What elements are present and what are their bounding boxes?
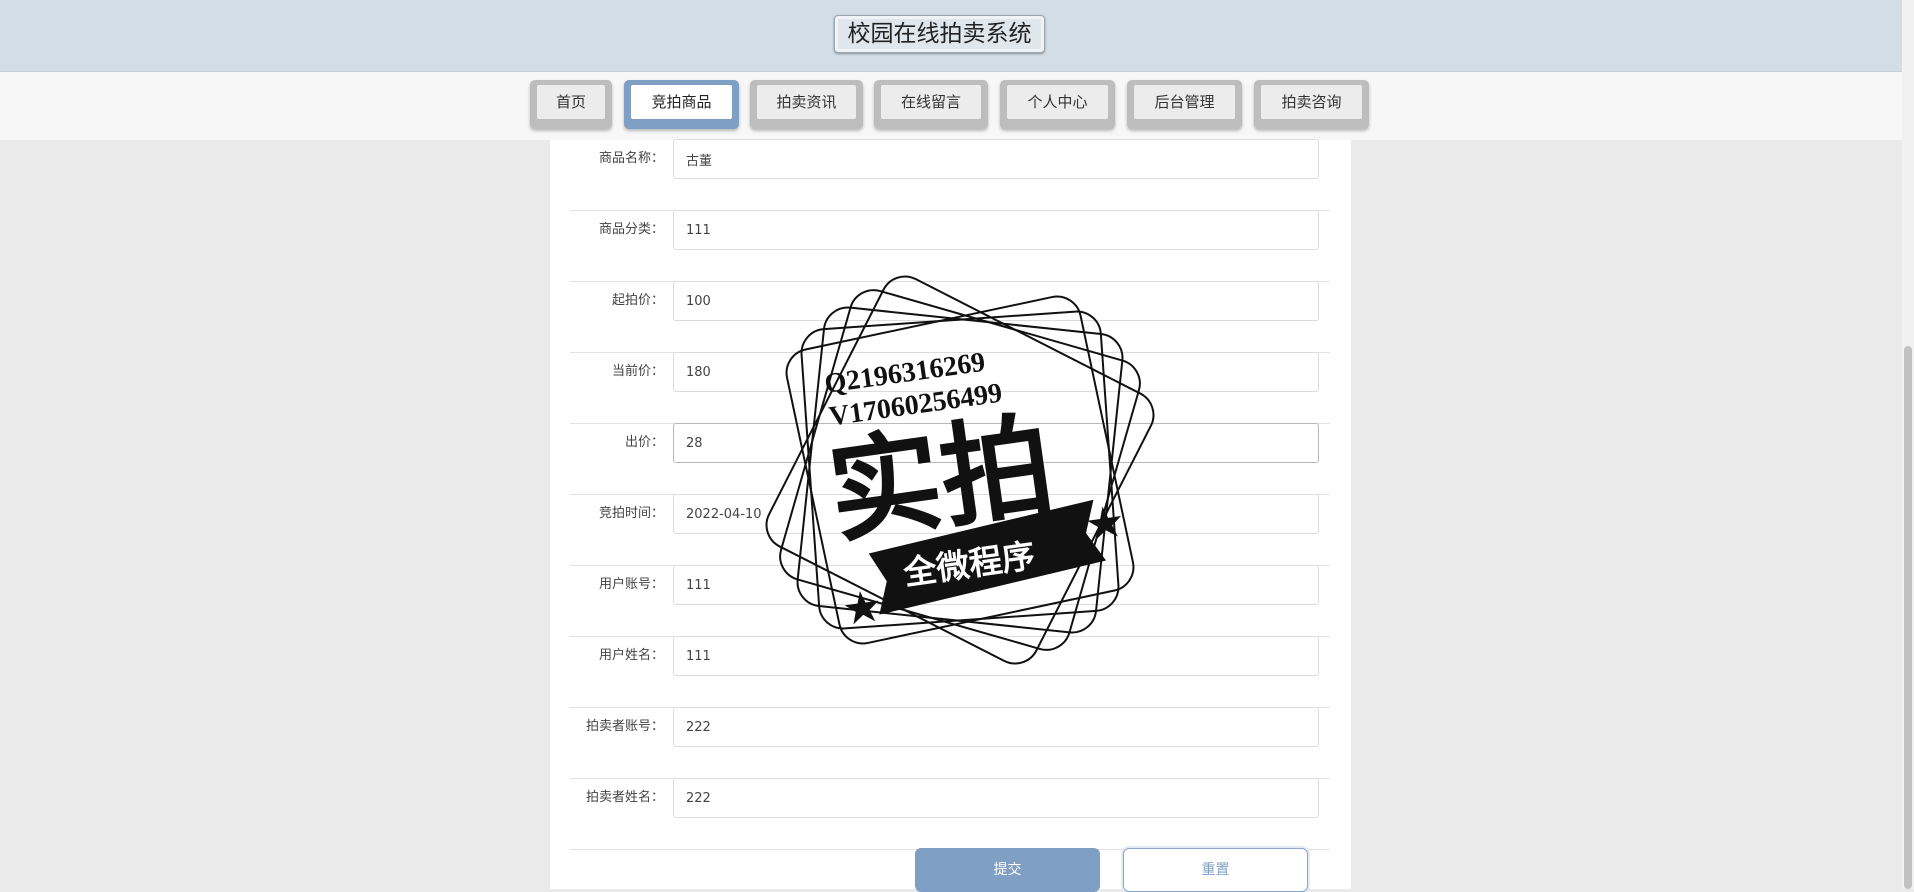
reset-button[interactable]: 重置 [1123,848,1308,892]
seller-account-input[interactable] [673,707,1319,747]
tab-home-label: 首页 [537,85,605,119]
form-row-seller-account: 拍卖者账号： [570,707,1330,779]
category-label: 商品分类： [598,222,664,237]
tab-auction-items[interactable]: 竞拍商品 [624,80,739,129]
form-row-category: 商品分类： [570,210,1330,282]
form-row-auction-time: 竞拍时间： [570,494,1330,566]
form-row-user-account: 用户账号： [570,565,1330,637]
tab-auction-news-label: 拍卖资讯 [757,85,856,119]
submit-button[interactable]: 提交 [915,848,1100,892]
tab-auction-consult-label: 拍卖咨询 [1261,85,1362,119]
seller-account-label: 拍卖者账号： [585,719,664,734]
tab-auction-consult[interactable]: 拍卖咨询 [1254,80,1369,129]
tab-admin[interactable]: 后台管理 [1127,80,1242,129]
product-name-input[interactable] [673,139,1319,179]
bid-input[interactable] [673,423,1319,463]
start-price-label: 起拍价： [611,293,664,308]
user-name-input[interactable] [673,636,1319,676]
form-row-user-name: 用户姓名： [570,636,1330,708]
form-row-product-name: 商品名称： [570,139,1330,211]
form-row-seller-name: 拍卖者姓名： [570,778,1330,850]
scrollbar-thumb[interactable] [1904,346,1912,889]
tab-admin-label: 后台管理 [1134,85,1235,119]
form-row-current-price: 当前价： [570,352,1330,424]
tab-auction-news[interactable]: 拍卖资讯 [750,80,863,129]
user-name-label: 用户姓名： [598,648,664,663]
site-title: 校园在线拍卖系统 [834,15,1045,53]
form-row-start-price: 起拍价： [570,281,1330,353]
tab-personal-center[interactable]: 个人中心 [1000,80,1115,129]
start-price-input[interactable] [673,281,1319,321]
user-account-input[interactable] [673,565,1319,605]
current-price-label: 当前价： [611,364,664,379]
tab-messages-label: 在线留言 [881,85,981,119]
current-price-input[interactable] [673,352,1319,392]
tab-home[interactable]: 首页 [530,80,612,129]
auction-time-input[interactable] [673,494,1319,534]
tab-messages[interactable]: 在线留言 [874,80,988,129]
tab-auction-items-label: 竞拍商品 [631,85,732,119]
product-name-label: 商品名称： [598,151,664,166]
auction-time-label: 竞拍时间： [598,506,664,521]
user-account-label: 用户账号： [598,577,664,592]
category-input[interactable] [673,210,1319,250]
tab-personal-center-label: 个人中心 [1007,85,1108,119]
form-row-bid: 出价： [570,423,1330,495]
top-header: 校园在线拍卖系统 [0,0,1902,72]
seller-name-label: 拍卖者姓名： [585,790,664,805]
bid-label: 出价： [624,435,664,450]
seller-name-input[interactable] [673,778,1319,818]
